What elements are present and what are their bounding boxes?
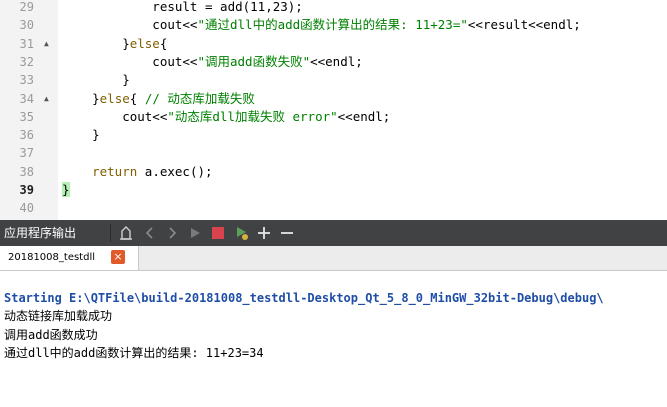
- application-output[interactable]: Starting E:\QTFile\build-20181008_testdl…: [0, 271, 667, 407]
- fold-marker-icon[interactable]: ▲: [44, 90, 49, 108]
- code-token: <<result<<endl;: [467, 17, 581, 33]
- code-token: {: [159, 35, 168, 51]
- line-number: 37: [19, 146, 34, 161]
- code-text: }: [62, 71, 130, 89]
- output-line: 调用add函数成功: [4, 328, 98, 342]
- line-number: 33: [19, 73, 34, 88]
- code-line: 29 result = add(11,23);: [0, 0, 667, 16]
- code-token: }: [62, 127, 100, 143]
- code-token: else: [99, 90, 130, 106]
- line-number: 29: [19, 0, 34, 14]
- code-token: {: [129, 90, 145, 106]
- next-arrow-icon[interactable]: [162, 223, 182, 243]
- code-line: 31 ▲ }else{: [0, 35, 667, 53]
- code-text: return a.exec();: [62, 163, 213, 181]
- code-token: cout<<: [62, 108, 168, 124]
- code-text: cout<<"动态库dll加载失败 error"<<endl;: [62, 108, 390, 126]
- code-line: 33 }: [0, 71, 667, 89]
- close-icon[interactable]: ×: [111, 250, 125, 264]
- code-text: }: [62, 181, 70, 199]
- line-number: 34: [19, 91, 34, 106]
- code-token: else: [129, 35, 160, 51]
- code-text: }else{: [62, 35, 167, 53]
- line-number: 30: [19, 18, 34, 33]
- code-line: 39}: [0, 181, 667, 199]
- code-token: }: [62, 182, 70, 197]
- code-token: cout<<: [62, 53, 198, 69]
- code-line: 34 ▲ }else{ // 动态库加载失败: [0, 90, 667, 108]
- code-token: <<endl;: [310, 53, 363, 69]
- zoom-out-icon[interactable]: [277, 223, 297, 243]
- code-line: 30 cout<<"通过dll中的add函数计算出的结果: 11+23="<<r…: [0, 16, 667, 34]
- line-number: 31: [19, 36, 34, 51]
- code-token: "调用add函数失败": [197, 53, 311, 69]
- code-line: 32 cout<<"调用add函数失败"<<endl;: [0, 53, 667, 71]
- code-token: "通过dll中的add函数计算出的结果: 11+23=": [197, 17, 468, 33]
- line-number: 40: [19, 201, 34, 216]
- code-token: cout<<: [62, 17, 198, 33]
- code-token: return: [92, 163, 138, 179]
- code-text: }else{ // 动态库加载失败: [62, 90, 255, 108]
- code-token: result = add(11,23);: [62, 0, 303, 14]
- code-text: result = add(11,23);: [62, 0, 303, 16]
- code-text: cout<<"调用add函数失败"<<endl;: [62, 53, 363, 71]
- output-line: 通过dll中的add函数计算出的结果: 11+23=34: [4, 346, 264, 360]
- prev-arrow-icon[interactable]: [140, 223, 160, 243]
- code-token: }: [62, 90, 100, 106]
- fold-marker-icon[interactable]: ▲: [44, 35, 49, 53]
- code-token: // 动态库加载失败: [144, 90, 255, 106]
- output-start-line: Starting E:\QTFile\build-20181008_testdl…: [4, 291, 604, 305]
- code-line: 38 return a.exec();: [0, 163, 667, 181]
- line-number: 39: [19, 183, 34, 197]
- code-line: 36 }: [0, 126, 667, 144]
- line-number: 36: [19, 128, 34, 143]
- line-number: 35: [19, 109, 34, 124]
- code-token: <<endl;: [337, 108, 391, 124]
- code-token: }: [62, 35, 130, 51]
- toolbar-separator: [110, 224, 111, 242]
- debug-icon[interactable]: [232, 223, 252, 243]
- code-line: 40: [0, 199, 667, 217]
- code-text: }: [62, 126, 100, 144]
- line-number: 38: [19, 164, 34, 179]
- code-token: }: [62, 72, 130, 88]
- stop-icon[interactable]: [208, 223, 228, 243]
- output-line: 动态链接库加载成功: [4, 309, 113, 323]
- code-token: a.exec();: [137, 163, 213, 179]
- run-icon[interactable]: [185, 223, 205, 243]
- code-line: 37: [0, 144, 667, 162]
- line-number: 32: [19, 54, 34, 69]
- tab-20181008-testdll[interactable]: 20181008_testdll ×: [0, 246, 139, 270]
- output-tab-bar: 20181008_testdll ×: [0, 246, 667, 271]
- panel-title: 应用程序输出: [4, 226, 77, 240]
- zoom-in-icon[interactable]: [254, 223, 274, 243]
- tab-label: 20181008_testdll: [8, 252, 96, 263]
- output-panel-toolbar: 应用程序输出: [0, 220, 667, 246]
- code-token: "动态库dll加载失败 error": [167, 108, 338, 124]
- code-editor[interactable]: 29 result = add(11,23); 30 cout<<"通过dll中的…: [0, 0, 667, 220]
- code-line: 35 cout<<"动态库dll加载失败 error"<<endl;: [0, 108, 667, 126]
- attach-icon[interactable]: [116, 223, 136, 243]
- code-text: cout<<"通过dll中的add函数计算出的结果: 11+23="<<resu…: [62, 16, 581, 34]
